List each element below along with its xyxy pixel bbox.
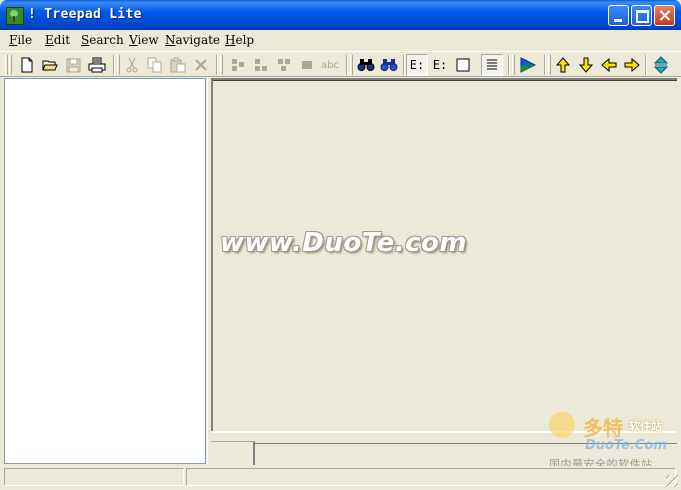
cut-button[interactable] <box>121 54 143 76</box>
menu-view[interactable]: View <box>129 33 159 47</box>
mascot-icon <box>549 412 575 438</box>
menu-edit[interactable]: Edit <box>45 33 70 47</box>
move-down-button[interactable] <box>575 54 597 76</box>
toolbar-grip[interactable] <box>350 55 353 75</box>
resize-grip[interactable] <box>666 475 678 487</box>
maximize-button[interactable] <box>631 5 652 26</box>
tree-view-icon: E: <box>409 58 425 72</box>
play-button[interactable] <box>517 54 539 76</box>
menu-file[interactable]: File <box>9 33 32 47</box>
menu-help[interactable]: Help <box>225 33 254 47</box>
move-up-button[interactable] <box>552 54 574 76</box>
close-button[interactable] <box>654 5 675 26</box>
print-icon <box>88 57 106 73</box>
word-wrap-icon <box>487 59 497 70</box>
print-button[interactable] <box>86 54 108 76</box>
logo-cn-small-text: 软件站 <box>629 420 662 433</box>
treepad-window: ! Treepad Lite File Edit Search View Nav… <box>0 0 681 490</box>
spellcheck-button[interactable]: abc <box>319 54 341 76</box>
menu-bar: File Edit Search View Navigate Help <box>0 30 681 50</box>
insert-node-before-button[interactable] <box>227 54 249 76</box>
toolbar-separator <box>216 55 218 75</box>
minimize-button[interactable] <box>608 5 629 26</box>
tree-collapse-button[interactable]: E: <box>429 54 451 76</box>
delete-button[interactable] <box>190 54 212 76</box>
cut-icon <box>126 57 138 73</box>
toolbar-separator <box>544 55 546 75</box>
node-button[interactable] <box>296 54 318 76</box>
copy-button[interactable] <box>144 54 166 76</box>
insert-child-icon <box>278 59 290 71</box>
find-next-icon <box>380 59 398 71</box>
find-next-button[interactable] <box>378 54 400 76</box>
toolbar-grip[interactable] <box>548 55 551 75</box>
copy-icon <box>147 57 162 73</box>
toolbar: abc E: E: <box>0 51 681 77</box>
blank-page-button[interactable] <box>452 54 474 76</box>
toolbar-grip[interactable] <box>5 55 8 75</box>
menu-search[interactable]: Search <box>81 33 124 47</box>
toolbar-grip[interactable] <box>117 55 120 75</box>
toolbar-separator <box>346 55 348 75</box>
open-file-button[interactable] <box>39 54 61 76</box>
move-left-button[interactable] <box>598 54 620 76</box>
save-button[interactable] <box>62 54 84 76</box>
paste-icon <box>170 57 186 73</box>
blank-page-icon <box>456 58 470 72</box>
toolbar-separator <box>113 55 115 75</box>
tree-panel[interactable] <box>4 78 206 464</box>
arrow-up-icon <box>556 57 570 73</box>
toolbar-separator <box>403 55 405 75</box>
menu-navigate[interactable]: Navigate <box>165 33 220 47</box>
insert-child-button[interactable] <box>273 54 295 76</box>
arrow-right-icon <box>624 58 640 72</box>
arrow-left-icon <box>601 58 617 72</box>
move-right-button[interactable] <box>621 54 643 76</box>
play-icon <box>520 57 537 73</box>
spellcheck-icon: abc <box>321 59 339 71</box>
status-bar <box>0 466 681 490</box>
find-icon <box>357 59 375 71</box>
content-border <box>213 80 677 81</box>
new-icon <box>21 57 33 73</box>
status-cell-right <box>186 468 676 486</box>
duote-logo: 多特 软件站 DuoTe.Com 国内最安全的软件站 <box>547 410 677 472</box>
word-wrap-button[interactable] <box>481 54 503 76</box>
title-bar[interactable]: ! Treepad Lite <box>0 0 681 30</box>
save-icon <box>66 58 80 72</box>
treepad-tree-icon[interactable] <box>6 7 24 25</box>
article-tab[interactable] <box>211 441 255 465</box>
up-down-icon <box>654 56 668 74</box>
insert-node-after-button[interactable] <box>250 54 272 76</box>
window-title: ! Treepad Lite <box>28 7 142 22</box>
delete-icon <box>195 59 207 71</box>
open-folder-icon <box>42 60 58 71</box>
status-cell-left <box>4 468 184 486</box>
new-file-button[interactable] <box>16 54 38 76</box>
toolbar-separator <box>508 55 510 75</box>
tree-view-button[interactable]: E: <box>406 54 428 76</box>
toolbar-grip[interactable] <box>9 55 12 75</box>
tree-collapse-icon: E: <box>432 58 448 72</box>
toolbar-grip[interactable] <box>512 55 515 75</box>
logo-cn-text: 多特 <box>583 416 623 440</box>
watermark-site: www.DuoTe.com <box>220 228 467 258</box>
find-button[interactable] <box>355 54 377 76</box>
insert-node-before-icon <box>232 59 244 71</box>
logo-en-text: DuoTe.Com <box>585 438 667 453</box>
up-down-button[interactable] <box>650 54 672 76</box>
paste-button[interactable] <box>167 54 189 76</box>
toolbar-grip[interactable] <box>220 55 223 75</box>
insert-node-after-icon <box>255 59 267 71</box>
arrow-down-icon <box>579 57 593 73</box>
node-icon <box>302 61 312 69</box>
toolbar-separator <box>645 55 647 75</box>
